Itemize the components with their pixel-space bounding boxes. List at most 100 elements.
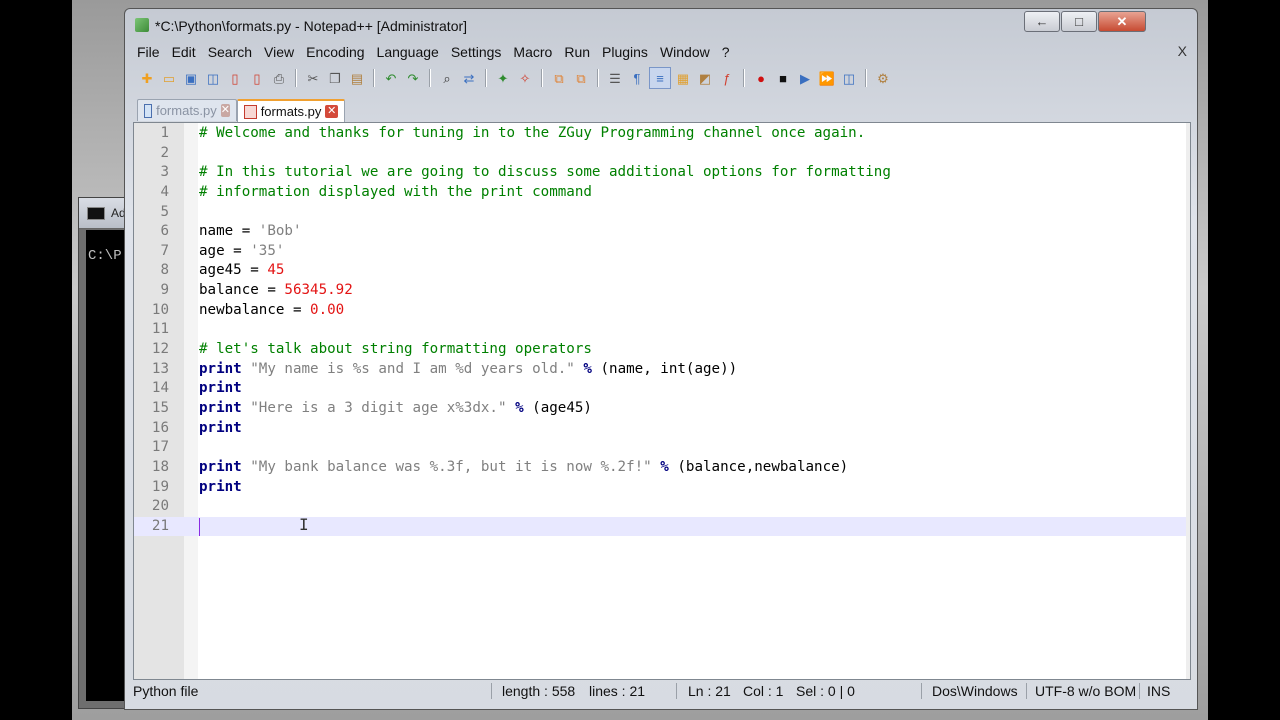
code-token: # Welcome and thanks for tuning in to th…: [199, 125, 866, 141]
code-line[interactable]: 13 print "My name is %s and I am %d years…: [134, 360, 1190, 380]
status-language: Python file: [133, 683, 199, 699]
code-line[interactable]: 5: [134, 203, 1190, 223]
sync-vertical-icon[interactable]: ⧉: [549, 68, 569, 88]
code-token: (name, int(age)): [591, 360, 738, 377]
code-line[interactable]: 21: [134, 516, 1190, 537]
line-number: 3: [160, 164, 169, 181]
indent-guide-icon[interactable]: ≡: [649, 67, 671, 89]
replace-icon[interactable]: ⇄: [459, 68, 479, 88]
zoom-in-icon[interactable]: ✦: [493, 68, 513, 88]
function-list-icon[interactable]: ƒ: [717, 68, 737, 88]
code-line[interactable]: 7 age = '35': [134, 242, 1190, 262]
close-document-button[interactable]: X: [1178, 43, 1187, 59]
open-file-icon[interactable]: ▭: [159, 68, 179, 88]
tab-formats-py-inactive[interactable]: formats.py ✕: [137, 99, 237, 121]
line-text: age45 = 45: [199, 261, 284, 281]
word-wrap-icon[interactable]: ☰: [605, 68, 625, 88]
doc-map-icon[interactable]: ◩: [695, 68, 715, 88]
save-icon[interactable]: ▣: [181, 68, 201, 88]
line-number: 17: [151, 439, 169, 456]
maximize-button[interactable]: □: [1061, 11, 1097, 32]
tab-label: formats.py: [260, 104, 322, 119]
zoom-out-icon[interactable]: ✧: [515, 68, 535, 88]
code-token: print: [199, 380, 242, 397]
code-token: (balance,newbalance): [668, 458, 849, 475]
close-tab-icon[interactable]: ✕: [220, 104, 230, 117]
code-line[interactable]: 10 newbalance = 0.00: [134, 301, 1190, 321]
code-line[interactable]: 6 name = 'Bob': [134, 222, 1190, 242]
find-icon[interactable]: ⌕: [437, 68, 457, 88]
code-token: newbalance =: [199, 301, 311, 318]
code-line[interactable]: 1 # Welcome and thanks for tuning in to t…: [134, 124, 1190, 144]
print-icon[interactable]: ⎙: [269, 68, 289, 88]
show-all-chars-icon[interactable]: ¶: [627, 68, 647, 88]
line-text: print "Here is a 3 digit age x%3dx." % (…: [199, 399, 592, 419]
paste-icon[interactable]: ▤: [347, 68, 367, 88]
cut-icon[interactable]: ✂: [303, 68, 323, 88]
vertical-scrollbar[interactable]: [1186, 123, 1190, 679]
menu-macro[interactable]: Macro: [507, 43, 558, 63]
play-macro-icon[interactable]: ▶: [795, 68, 815, 88]
menu-window[interactable]: Window: [654, 43, 716, 63]
code-editor[interactable]: 1 # Welcome and thanks for tuning in to t…: [133, 122, 1191, 680]
code-line[interactable]: 19 print: [134, 478, 1190, 498]
menu-settings[interactable]: Settings: [445, 43, 508, 63]
sync-horizontal-icon[interactable]: ⧉: [571, 68, 591, 88]
menu-run[interactable]: Run: [558, 43, 596, 63]
line-text: # Welcome and thanks for tuning in to th…: [199, 124, 865, 144]
copy-icon[interactable]: ❐: [325, 68, 345, 88]
menu-language[interactable]: Language: [371, 43, 445, 63]
toolbar: ✚ ▭ ▣ ◫ ▯ ▯ ⎙ ✂ ❐ ▤ ↶ ↷ ⌕ ⇄ ✦ ✧ ⧉ ⧉ ☰ ¶ …: [131, 65, 1191, 91]
save-macro-icon[interactable]: ◫: [839, 68, 859, 88]
code-token: 0.00: [310, 301, 345, 318]
redo-icon[interactable]: ↷: [403, 68, 423, 88]
undo-icon[interactable]: ↶: [381, 68, 401, 88]
plugin-icon[interactable]: ⚙: [873, 68, 893, 88]
run-macro-multiple-icon[interactable]: ⏩: [817, 68, 837, 88]
code-line[interactable]: 20: [134, 497, 1190, 517]
status-separator: [1026, 683, 1027, 699]
stop-macro-icon[interactable]: ■: [773, 68, 793, 88]
menu-plugins[interactable]: Plugins: [596, 43, 654, 63]
tab-formats-py-active[interactable]: formats.py ✕: [237, 99, 345, 122]
menu-edit[interactable]: Edit: [166, 43, 202, 63]
line-number: 16: [151, 419, 169, 436]
code-line[interactable]: 16 print: [134, 419, 1190, 439]
code-line[interactable]: 11: [134, 320, 1190, 340]
save-all-icon[interactable]: ◫: [203, 68, 223, 88]
line-number: 14: [151, 380, 169, 397]
code-line[interactable]: 3 # In this tutorial we are going to disc…: [134, 163, 1190, 183]
code-line[interactable]: 4 # information displayed with the print …: [134, 183, 1190, 203]
menu-view[interactable]: View: [258, 43, 300, 63]
title-bar[interactable]: *C:\Python\formats.py - Notepad++ [Admin…: [125, 9, 1197, 41]
record-macro-icon[interactable]: ●: [751, 68, 771, 88]
code-token: print: [199, 419, 242, 436]
code-line[interactable]: 12 # let's talk about string formatting o…: [134, 340, 1190, 360]
line-text: # In this tutorial we are going to discu…: [199, 163, 891, 183]
close-window-button[interactable]: ✕: [1098, 11, 1146, 32]
code-line[interactable]: 14 print: [134, 379, 1190, 399]
menu-encoding[interactable]: Encoding: [300, 43, 370, 63]
line-number: 4: [160, 183, 169, 200]
code-line[interactable]: 9 balance = 56345.92: [134, 281, 1190, 301]
close-file-icon[interactable]: ▯: [225, 68, 245, 88]
code-line[interactable]: 18 print "My bank balance was %.3f, but i…: [134, 458, 1190, 478]
user-lang-icon[interactable]: ▦: [673, 68, 693, 88]
code-line[interactable]: 8 age45 = 45: [134, 261, 1190, 281]
code-token: "My name is %s and I am %d years old.": [250, 360, 575, 377]
code-line[interactable]: 2: [134, 144, 1190, 164]
menu-search[interactable]: Search: [202, 43, 258, 63]
code-token: print: [199, 478, 242, 495]
line-number: 13: [151, 360, 169, 377]
minimize-button[interactable]: ←: [1024, 11, 1060, 32]
code-token: print: [199, 360, 242, 377]
status-separator: [921, 683, 922, 699]
code-line[interactable]: 15 print "Here is a 3 digit age x%3dx." %…: [134, 399, 1190, 419]
code-line[interactable]: 17: [134, 438, 1190, 458]
menu-file[interactable]: File: [131, 43, 166, 63]
text-caret: [199, 517, 200, 536]
close-all-icon[interactable]: ▯: [247, 68, 267, 88]
new-file-icon[interactable]: ✚: [137, 68, 157, 88]
menu-help[interactable]: ?: [716, 43, 736, 63]
close-tab-icon[interactable]: ✕: [325, 105, 338, 118]
